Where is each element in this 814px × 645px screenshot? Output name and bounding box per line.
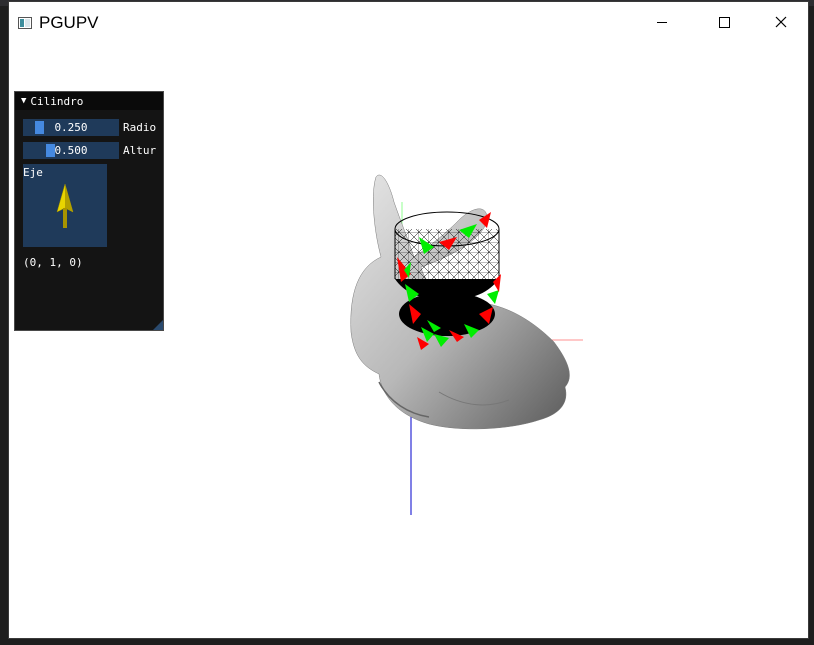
app-icon (18, 17, 32, 29)
maximize-button[interactable] (701, 2, 747, 42)
panel-header[interactable]: ▼ Cilindro (15, 92, 163, 110)
altura-label: Altur (123, 144, 157, 157)
radio-slider-value: 0.250 (54, 121, 88, 134)
altura-slider-value: 0.500 (54, 144, 88, 157)
cilindro-panel: ▼ Cilindro 0.250 Radio 0.500 Altur Eje (… (14, 91, 164, 331)
app-window: PGUPV ▼ Cilindro 0.250 Radio 0.500 Altur… (8, 1, 809, 639)
window-title: PGUPV (39, 13, 99, 32)
radio-slider[interactable]: 0.250 (23, 119, 119, 136)
axis-value: (0, 1, 0) (23, 256, 83, 269)
minimize-button[interactable] (639, 2, 685, 42)
eje-label: Eje (23, 166, 43, 179)
panel-title: Cilindro (30, 94, 84, 108)
close-icon (775, 16, 787, 28)
maximize-icon (718, 16, 730, 28)
triangle-down-icon[interactable]: ▼ (21, 96, 26, 106)
title-bar[interactable]: PGUPV (9, 2, 808, 42)
radio-label: Radio (123, 121, 157, 134)
resize-grip[interactable] (153, 320, 163, 330)
render-client-area: ▼ Cilindro 0.250 Radio 0.500 Altur Eje (… (9, 42, 808, 638)
altura-slider[interactable]: 0.500 (23, 142, 119, 159)
close-button[interactable] (758, 2, 804, 42)
minimize-icon (657, 21, 667, 23)
